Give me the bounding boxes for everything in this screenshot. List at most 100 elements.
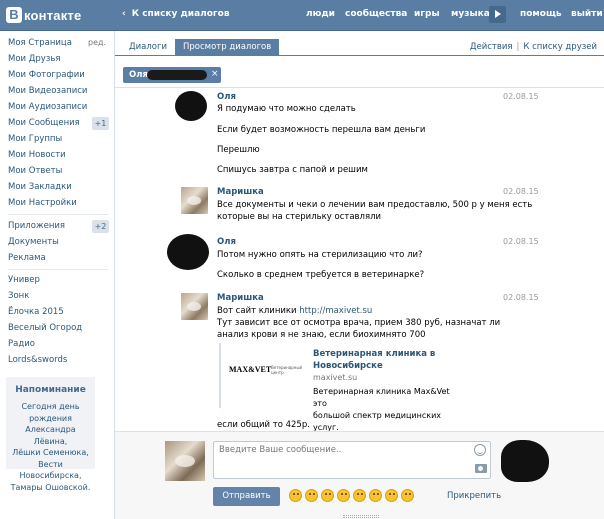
sidebar-app-radio[interactable]: Радио	[8, 339, 35, 349]
sidebar-app-lords[interactable]: Lords&swords	[8, 355, 67, 365]
sidebar-my-groups[interactable]: Мои Группы	[8, 134, 62, 144]
friends-list-link[interactable]: К списку друзей	[523, 42, 597, 52]
nav-music[interactable]: музыка	[451, 9, 490, 19]
back-to-dialogs-link[interactable]: ‹ К списку диалогов	[122, 9, 230, 19]
messages-count-badge[interactable]: +1	[92, 117, 109, 130]
redacted-avatar	[167, 234, 209, 270]
link-preview[interactable]: MAX&VET Ветеринарный центр Ветеринарная …	[219, 343, 465, 431]
message-author[interactable]: Оля	[217, 92, 236, 102]
message-author[interactable]: Маришка	[217, 187, 264, 197]
message-text: анализ крови я не знаю, если биохимнято …	[217, 330, 426, 340]
message-text: Я подумаю что можно сделать	[217, 104, 356, 114]
play-icon[interactable]	[489, 6, 506, 23]
clinic-logo-mark: MAX&VET	[229, 365, 272, 374]
message-text: Все документы и чеки о лечении вам предо…	[217, 200, 533, 210]
sidebar-my-page[interactable]: Моя Страница	[8, 38, 72, 48]
message-author[interactable]: Оля	[217, 237, 236, 247]
sidebar-documents[interactable]: Документы	[8, 237, 59, 247]
chip-name: Оля	[129, 70, 148, 80]
top-header: В контакте ‹ К списку диалогов люди сообщ…	[0, 0, 604, 31]
logo-text: контакте	[24, 7, 82, 23]
sidebar-app-garden[interactable]: Веселый Огород	[8, 323, 82, 333]
actions-link[interactable]: Действия	[470, 42, 513, 52]
message-date[interactable]: 02.08.15	[503, 92, 539, 101]
emoji-icon[interactable]	[401, 489, 414, 502]
emoji-icon[interactable]	[385, 489, 398, 502]
site-link[interactable]: http://maxivet.su	[299, 306, 372, 316]
tab-view-dialogs[interactable]: Просмотр диалогов	[175, 39, 280, 56]
emoji-icon[interactable]	[289, 489, 302, 502]
message-date[interactable]: 02.08.15	[503, 187, 539, 196]
camera-icon[interactable]	[475, 464, 487, 473]
message-input[interactable]: Введите Ваше сообщение..	[213, 441, 491, 479]
message-date[interactable]: 02.08.15	[503, 293, 539, 302]
sidebar-my-audio[interactable]: Мои Аудиозаписи	[8, 102, 87, 112]
nav-help[interactable]: помощь	[520, 9, 562, 19]
sidebar-apps[interactable]: Приложения	[8, 221, 65, 231]
sidebar-my-photos[interactable]: Мои Фотографии	[8, 70, 85, 80]
attach-link[interactable]: Прикрепить	[447, 491, 501, 501]
emoji-icon[interactable]	[369, 489, 382, 502]
message-text: Спишусь завтра с папой и решим	[217, 165, 368, 175]
send-button[interactable]: Отправить	[213, 487, 280, 506]
sidebar-my-videos[interactable]: Мои Видеозаписи	[8, 86, 87, 96]
avatar[interactable]	[181, 187, 208, 214]
message-text: Вот сайт клиники http://maxivet.su	[217, 305, 372, 317]
preview-title-line: Ветеринарная клиника в	[313, 349, 436, 359]
message-author[interactable]: Маришка	[217, 293, 264, 303]
sidebar-divider	[8, 214, 108, 215]
vk-logo[interactable]: В контакте	[6, 5, 81, 25]
reminder-birthday-link[interactable]: Александра Лёвина,	[8, 424, 93, 447]
emoji-icon[interactable]	[353, 489, 366, 502]
birthday-reminder: Напоминание Сегодня день рождения Алекса…	[6, 377, 95, 492]
reminder-text: Сегодня день рождения Александра Лёвина,…	[8, 401, 93, 493]
sidebar-my-bookmarks[interactable]: Мои Закладки	[8, 182, 72, 192]
reminder-birthday-link[interactable]: Лёшки Семенюка,	[8, 447, 93, 459]
smile-icon[interactable]	[474, 444, 486, 456]
my-avatar[interactable]	[165, 441, 205, 481]
sidebar-my-replies[interactable]: Мои Ответы	[8, 166, 62, 176]
sidebar-my-settings[interactable]: Мои Настройки	[8, 198, 77, 208]
emoji-icon[interactable]	[305, 489, 318, 502]
reminder-title: Напоминание	[15, 385, 86, 395]
redacted-surname	[147, 70, 207, 80]
reminder-birthday-link[interactable]: Тамары Ошовской.	[8, 482, 93, 494]
preview-title[interactable]: Ветеринарная клиника в Новосибирске	[313, 348, 463, 372]
preview-desc-line: Ветеринарная клиника Max&Vet это	[313, 387, 450, 408]
actions-bar: Действия | К списку друзей	[470, 42, 597, 52]
redacted-avatar	[175, 91, 207, 121]
sidebar-app-univer[interactable]: Универ	[8, 275, 40, 285]
tab-dialogs[interactable]: Диалоги	[121, 39, 175, 56]
message-text: которые вы на стерильку оставляли	[217, 212, 382, 222]
site-prefix: Вот сайт клиники	[217, 306, 300, 316]
nav-logout[interactable]: выйти	[571, 9, 603, 19]
sidebar-divider	[8, 269, 108, 270]
message-composer: Введите Ваше сообщение.. Отправить Прикр…	[115, 431, 604, 519]
sidebar-my-messages[interactable]: Мои Сообщения	[8, 118, 80, 128]
sidebar-ads[interactable]: Реклама	[8, 253, 46, 263]
clinic-logo[interactable]: MAX&VET Ветеринарный центр	[229, 365, 302, 379]
preview-description: Ветеринарная клиника Max&Vet это большой…	[313, 386, 463, 431]
emoji-icon[interactable]	[321, 489, 334, 502]
main-panel: Диалоги Просмотр диалогов Действия | К спи…	[114, 31, 604, 519]
nav-games[interactable]: игры	[414, 9, 440, 19]
sidebar-my-news[interactable]: Мои Новости	[8, 150, 66, 160]
nav-people[interactable]: люди	[306, 9, 335, 19]
sidebar-edit-link[interactable]: ред.	[88, 38, 106, 47]
nav-communities[interactable]: сообщества	[345, 9, 407, 19]
sidebar-my-friends[interactable]: Мои Друзья	[8, 54, 60, 64]
avatar[interactable]	[181, 293, 208, 320]
apps-count-badge[interactable]: +2	[92, 220, 109, 233]
preview-desc-line: большой спектр медицинских услуг.	[313, 411, 442, 431]
message-text: Перешлю	[217, 145, 260, 155]
message-text: Сколько в среднем требуется в ветеринарк…	[217, 270, 425, 280]
sidebar-app-zonk[interactable]: Зонк	[8, 291, 29, 301]
recipient-chip[interactable]: Оля ×	[123, 67, 221, 83]
redacted-recipient-avatar	[501, 440, 549, 482]
emoji-icon[interactable]	[337, 489, 350, 502]
close-icon[interactable]: ×	[211, 69, 219, 79]
reminder-birthday-link[interactable]: Вести Новосибирска,	[8, 459, 93, 482]
message-date[interactable]: 02.08.15	[503, 237, 539, 246]
sidebar-app-yolochka[interactable]: Ёлочка 2015	[8, 307, 64, 317]
resize-handle[interactable]	[343, 515, 379, 518]
